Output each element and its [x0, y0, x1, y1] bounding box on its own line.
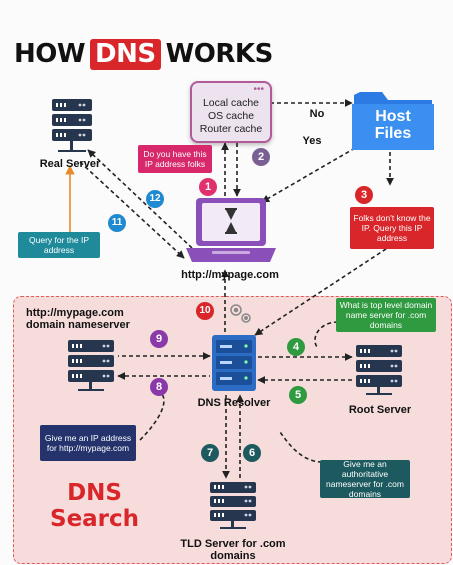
host-files-label: Host Files — [352, 108, 434, 142]
gear-icon — [230, 304, 251, 323]
local-cache-box: ••• Local cache OS cache Router cache — [190, 81, 272, 143]
yes-label: Yes — [302, 135, 322, 147]
arrow-host-to-laptop — [261, 147, 356, 203]
step-badge-4: 4 — [287, 338, 305, 356]
step-badge-5: 5 — [289, 386, 307, 404]
dns-search-line1: DNS — [67, 480, 122, 506]
real-server-icon — [52, 99, 92, 152]
step-badge-12: 12 — [146, 190, 164, 208]
tld-server-icon — [210, 482, 256, 529]
note-authoritative: Give me an authoritative nameserver for … — [320, 459, 410, 499]
real-server-label: Real Server — [39, 158, 101, 170]
step-badge-6: 6 — [243, 444, 261, 462]
root-server-label: Root Server — [348, 404, 412, 416]
root-server-icon — [356, 345, 402, 395]
dns-resolver-icon — [212, 335, 256, 391]
dns-resolver-label: DNS Resolver — [197, 397, 271, 409]
tld-line1: TLD Server for .com — [180, 538, 286, 550]
tld-server-label: TLD Server for .com domains — [170, 538, 296, 562]
step-badge-8: 8 — [150, 378, 168, 396]
note-give-ip: Give me an IP address for http://mypage.… — [40, 425, 136, 461]
step-badge-11: 11 — [108, 214, 126, 232]
domain-nameserver-label: http://mypage.com domain nameserver — [26, 307, 156, 331]
step-badge-1: 1 — [199, 178, 217, 196]
step-badge-10: 10 — [196, 302, 214, 320]
note-folks-dont-know: Folks don't know the IP. Query this IP a… — [350, 207, 434, 249]
step-badge-3: 3 — [355, 186, 373, 204]
cache-line-router: Router cache — [199, 123, 263, 135]
domain-nameserver-icon — [68, 340, 114, 391]
note-query-ip: Query for the IP address — [18, 232, 100, 258]
cache-line-local: Local cache — [202, 97, 260, 109]
dns-search-line2: Search — [50, 506, 140, 532]
dns-search-title: DNS Search — [50, 480, 139, 532]
domain-ns-line1: http://mypage.com — [26, 307, 124, 319]
connectors — [79, 99, 394, 479]
browser-url-label: http://mypage.com — [181, 269, 279, 281]
note-ip-question: Do you have this IP address folks — [138, 145, 212, 173]
domain-ns-line2: domain nameserver — [26, 319, 130, 331]
laptop-icon — [186, 198, 276, 262]
step-badge-9: 9 — [150, 330, 168, 348]
window-dots: ••• — [253, 84, 264, 95]
note-pointer-authoritative — [279, 431, 323, 463]
note-top-level: What is top level domain name server for… — [336, 298, 436, 332]
no-label: No — [309, 108, 325, 120]
cache-line-os: OS cache — [207, 110, 255, 122]
host-files-line2: Files — [374, 125, 412, 142]
tld-line2: domains — [210, 550, 256, 562]
step-badge-2: 2 — [252, 148, 270, 166]
note-pointer-top-level — [314, 321, 339, 349]
host-files-line1: Host — [375, 108, 411, 125]
step-badge-7: 7 — [201, 444, 219, 462]
dns-infographic: HOW DNS WORKS ••• Local cache OS cache R… — [0, 0, 453, 565]
note-pointer-give-ip — [139, 391, 165, 441]
